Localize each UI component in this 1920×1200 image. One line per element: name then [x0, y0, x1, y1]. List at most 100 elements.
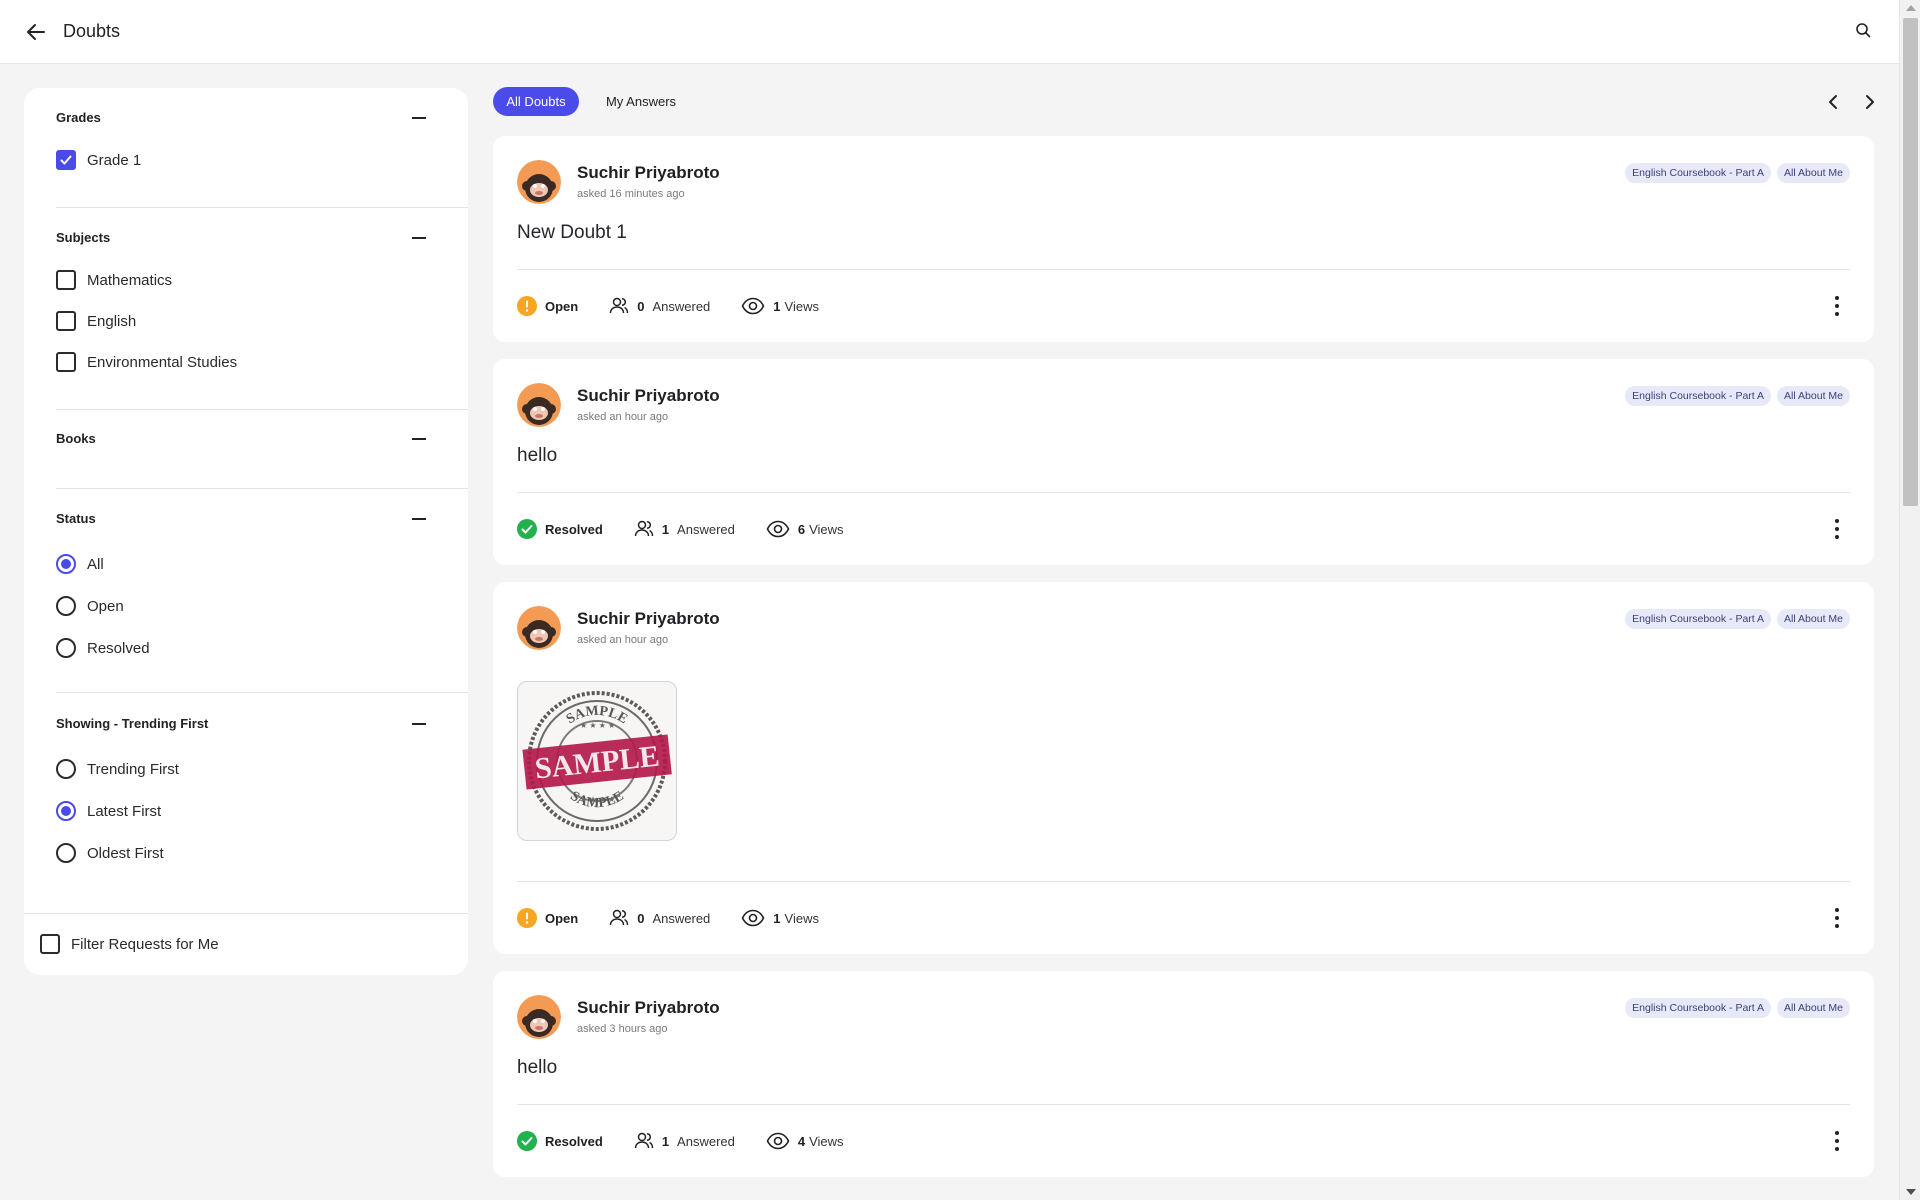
sort-option-trending-first[interactable]: Trending First [56, 759, 179, 779]
card-footer: Open 0 Answered 1 Views [517, 293, 1850, 319]
open-radio[interactable] [56, 596, 76, 616]
page-scrollbar[interactable] [1899, 0, 1920, 1200]
users-icon [609, 909, 629, 926]
doubt-author[interactable]: Suchir Priyabroto [577, 163, 720, 183]
latest-first-radio[interactable] [56, 801, 76, 821]
more-options-icon[interactable] [1834, 296, 1840, 316]
doubt-asked-time: asked 16 minutes ago [577, 188, 685, 200]
doubt-tags: English Coursebook - Part A All About Me [1625, 609, 1850, 629]
card-divider [517, 492, 1850, 493]
tag-book[interactable]: English Coursebook - Part A [1625, 386, 1772, 406]
chevron-left-icon [1829, 95, 1837, 109]
option-label: Open [87, 597, 124, 615]
more-options-icon[interactable] [1834, 519, 1840, 539]
option-label: Environmental Studies [87, 353, 238, 371]
prev-arrow-button[interactable] [1826, 94, 1842, 110]
tag-book[interactable]: English Coursebook - Part A [1625, 163, 1772, 183]
back-button[interactable] [24, 20, 48, 44]
option-label: English [87, 312, 137, 330]
tag-chapter[interactable]: All About Me [1777, 609, 1850, 629]
subject-option-english[interactable]: English [56, 311, 136, 331]
answered-label: Answered [652, 298, 711, 314]
books-collapse-icon[interactable] [412, 438, 426, 440]
environmental-studies-checkbox[interactable] [56, 352, 76, 372]
status-option-resolved[interactable]: Resolved [56, 638, 150, 658]
sort-title: Showing - Trending First [56, 716, 209, 731]
svg-text:★ ★ ★ ★: ★ ★ ★ ★ [580, 721, 615, 730]
doubt-text[interactable]: hello [517, 445, 557, 467]
check-circle-icon [517, 519, 537, 539]
trending-first-radio[interactable] [56, 759, 76, 779]
status-label: Open [545, 910, 579, 926]
grades-collapse-icon[interactable] [412, 117, 426, 119]
option-label: All [87, 555, 104, 573]
doubt-author[interactable]: Suchir Priyabroto [577, 609, 720, 629]
books-title: Books [56, 431, 96, 446]
scroll-thumb[interactable] [1903, 18, 1918, 506]
scroll-down-icon[interactable] [1906, 1189, 1916, 1195]
check-circle-icon [517, 1131, 537, 1151]
doubt-card[interactable]: Suchir Priyabroto asked an hour ago Engl… [493, 359, 1874, 565]
more-options-icon[interactable] [1834, 908, 1840, 928]
svg-text:SAMPLE: SAMPLE [533, 740, 661, 786]
doubt-tags: English Coursebook - Part A All About Me [1625, 163, 1850, 183]
card-footer: Resolved 1 Answered 4 Views [517, 1128, 1850, 1154]
scroll-up-icon[interactable] [1906, 5, 1916, 11]
resolved-radio[interactable] [56, 638, 76, 658]
doubt-card[interactable]: Suchir Priyabroto asked 16 minutes ago E… [493, 136, 1874, 342]
tag-chapter[interactable]: All About Me [1777, 163, 1850, 183]
doubt-image-attachment[interactable]: SAMPLE SAMPLE ★ ★ ★ ★ ★ ★ ★ ★ SAMPLE [517, 681, 677, 841]
sort-option-latest-first[interactable]: Latest First [56, 801, 161, 821]
sort-option-oldest-first[interactable]: Oldest First [56, 843, 164, 863]
subject-option-environmental-studies[interactable]: Environmental Studies [56, 352, 237, 372]
tag-chapter[interactable]: All About Me [1777, 998, 1850, 1018]
answered-number: 1 [661, 521, 670, 537]
status-label: Resolved [545, 1133, 603, 1149]
answered-label: Answered [677, 1133, 735, 1149]
subjects-collapse-icon[interactable] [412, 237, 426, 239]
english-checkbox[interactable] [56, 311, 76, 331]
doubt-card[interactable]: Suchir Priyabroto asked an hour ago Engl… [493, 582, 1874, 954]
search-button[interactable] [1855, 22, 1877, 44]
svg-text:★ ★ ★ ★: ★ ★ ★ ★ [580, 795, 615, 804]
answered-number: 0 [637, 910, 645, 926]
doubt-text[interactable]: hello [517, 1057, 557, 1079]
answered-count: 0 Answered [609, 296, 710, 316]
views-number: 4 [797, 1133, 806, 1149]
tab-all-doubts[interactable]: All Doubts [493, 87, 579, 116]
option-label: Trending First [87, 760, 179, 778]
views-label: Views [784, 298, 819, 314]
tab-my-answers[interactable]: My Answers [595, 87, 687, 116]
status-option-open[interactable]: Open [56, 596, 124, 616]
page-title: Doubts [63, 21, 121, 41]
answered-count: 1 Answered [634, 1131, 735, 1151]
mathematics-checkbox[interactable] [56, 270, 76, 290]
eye-icon [741, 297, 765, 315]
next-arrow-button[interactable] [1861, 94, 1877, 110]
grades-title: Grades [56, 110, 101, 125]
tag-book[interactable]: English Coursebook - Part A [1625, 609, 1772, 629]
option-label: Latest First [87, 802, 162, 820]
grade-1-checkbox[interactable] [56, 150, 76, 170]
subject-option-mathematics[interactable]: Mathematics [56, 270, 172, 290]
status-collapse-icon[interactable] [412, 518, 426, 520]
views-count: 4 Views [766, 1131, 844, 1151]
tag-book[interactable]: English Coursebook - Part A [1625, 998, 1772, 1018]
tag-chapter[interactable]: All About Me [1777, 386, 1850, 406]
filter-sidebar: Grades Grade 1 Subjects Mathematics Engl… [24, 88, 468, 975]
doubt-text[interactable]: New Doubt 1 [517, 222, 627, 244]
option-label: Oldest First [87, 844, 164, 862]
filter-requests-for-me[interactable]: Filter Requests for Me [40, 934, 219, 954]
oldest-first-radio[interactable] [56, 843, 76, 863]
sort-collapse-icon[interactable] [412, 723, 426, 725]
filter-requests-checkbox[interactable] [40, 934, 60, 954]
more-options-icon[interactable] [1834, 1131, 1840, 1151]
status-option-all[interactable]: All [56, 554, 104, 574]
doubt-author[interactable]: Suchir Priyabroto [577, 998, 720, 1018]
doubt-asked-time: asked an hour ago [577, 411, 669, 423]
all-radio[interactable] [56, 554, 76, 574]
doubt-author[interactable]: Suchir Priyabroto [577, 386, 720, 406]
grade-option-grade-1[interactable]: Grade 1 [56, 150, 141, 170]
card-footer: Resolved 1 Answered 6 Views [517, 516, 1850, 542]
doubt-card[interactable]: Suchir Priyabroto asked 3 hours ago Engl… [493, 971, 1874, 1177]
